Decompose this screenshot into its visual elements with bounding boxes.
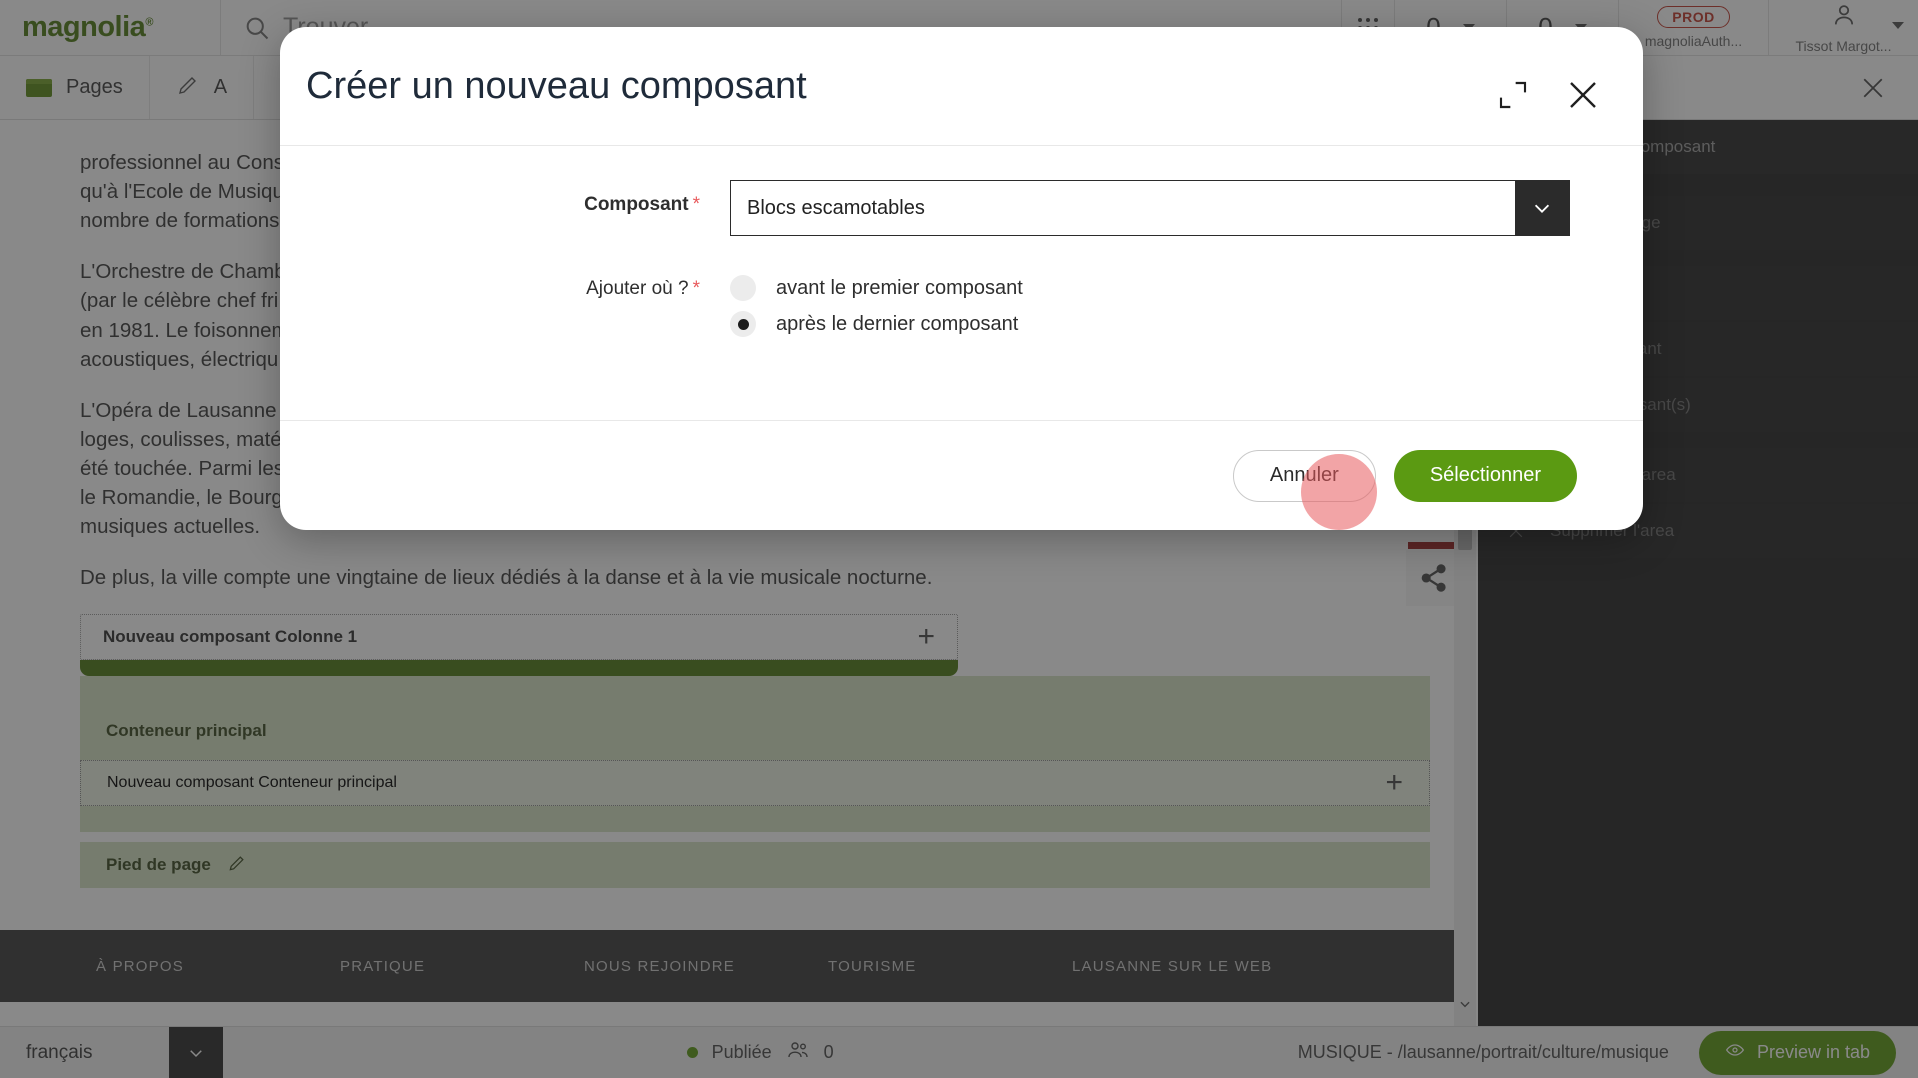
dialog-header: Créer un nouveau composant	[280, 27, 1643, 145]
radio-button-before[interactable]	[730, 275, 756, 301]
component-select-arrow[interactable]	[1515, 181, 1569, 235]
radio-button-after[interactable]	[730, 311, 756, 337]
dialog-header-actions	[1497, 77, 1601, 118]
application-root: magnolia® Trouver... 0 0	[0, 0, 1918, 1078]
radio-label-before: avant le premier composant	[776, 276, 1023, 299]
field-row-component: Composant * Blocs escamotables	[280, 180, 1643, 236]
position-field-label: Ajouter où ? *	[280, 264, 730, 300]
dialog-title: Créer un nouveau composant	[306, 64, 807, 107]
radio-label-after: après le dernier composant	[776, 312, 1019, 335]
position-field-label-text: Ajouter où ?	[586, 278, 689, 299]
required-marker: *	[692, 194, 700, 215]
required-marker: *	[692, 278, 700, 299]
position-radio-group: avant le premier composant après le dern…	[730, 264, 1023, 342]
dialog-body: Composant * Blocs escamotables Ajouter où…	[280, 145, 1643, 420]
select-button[interactable]: Sélectionner	[1393, 449, 1577, 502]
field-row-position: Ajouter où ? * avant le premier composant…	[280, 264, 1643, 342]
component-select-value: Blocs escamotables	[747, 196, 925, 219]
component-field-label-text: Composant	[584, 194, 689, 215]
component-select[interactable]: Blocs escamotables	[730, 180, 1570, 236]
close-icon[interactable]	[1565, 77, 1601, 118]
dialog-footer: Annuler Sélectionner	[280, 420, 1643, 530]
radio-option-before[interactable]: avant le premier composant	[730, 270, 1023, 306]
component-field-label: Composant *	[280, 180, 730, 216]
create-component-dialog: Créer un nouveau composant Composant * B…	[280, 27, 1643, 530]
expand-icon[interactable]	[1497, 79, 1529, 116]
cancel-button[interactable]: Annuler	[1232, 449, 1376, 502]
radio-option-after[interactable]: après le dernier composant	[730, 306, 1023, 342]
